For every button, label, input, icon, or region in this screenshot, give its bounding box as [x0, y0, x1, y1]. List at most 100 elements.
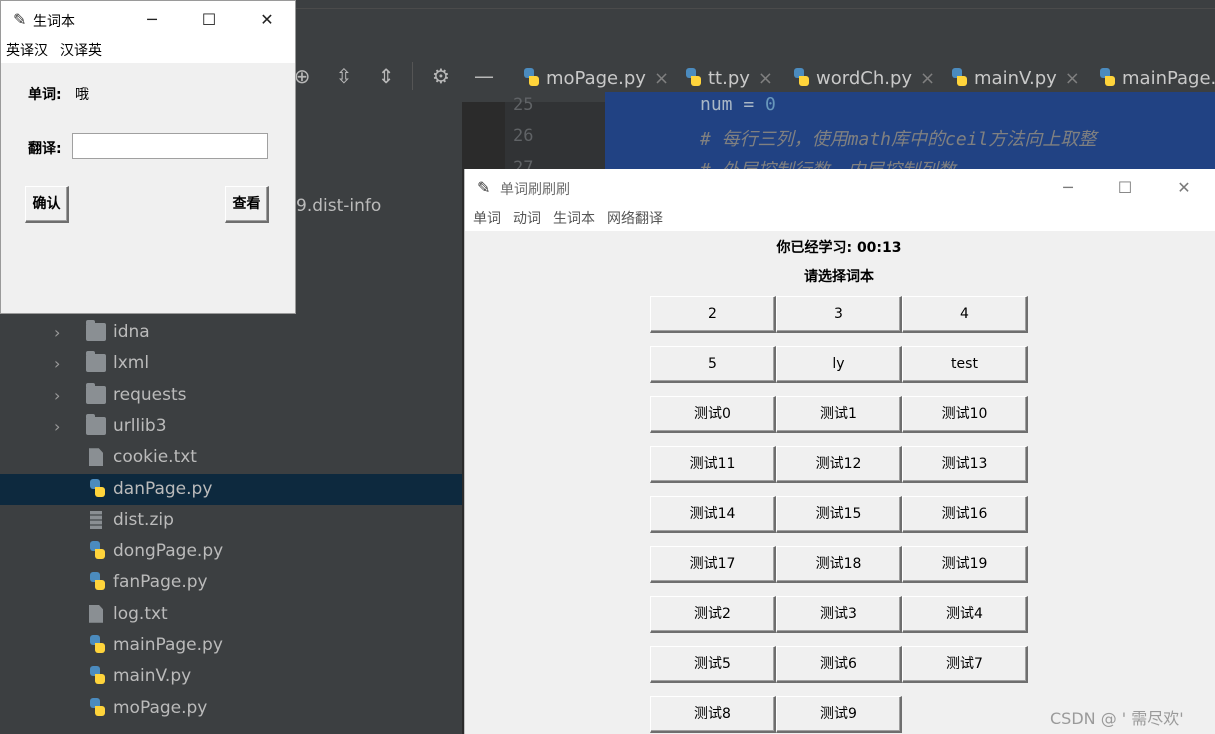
collapse-all-icon[interactable]: ⇕	[374, 64, 398, 88]
tree-item-label: lxml	[113, 353, 150, 374]
python-file-icon	[522, 68, 540, 88]
book-button[interactable]: 测试15	[776, 496, 902, 533]
tab-mainpage[interactable]: mainPage.py	[1098, 64, 1215, 92]
tree-file-item[interactable]: mainV.py	[0, 661, 462, 692]
book-button[interactable]: 测试16	[902, 496, 1028, 533]
minimize-icon[interactable]: ─	[129, 1, 175, 39]
menu-item-verbs[interactable]: 动词	[507, 207, 547, 231]
translate-label: 翻译:	[28, 141, 62, 157]
chevron-right-icon[interactable]: ›	[54, 317, 60, 348]
close-icon[interactable]: ×	[920, 68, 935, 89]
tree-item-label: cookie.txt	[113, 447, 197, 468]
gear-icon[interactable]: ⚙	[429, 64, 453, 88]
python-file-icon	[88, 666, 106, 686]
tab-mopage[interactable]: moPage.py ×	[522, 64, 669, 92]
window-title: 生词本	[33, 14, 75, 30]
book-button[interactable]: 测试8	[650, 696, 776, 733]
book-button[interactable]: 测试17	[650, 546, 776, 583]
book-button[interactable]: 5	[650, 346, 776, 383]
book-button[interactable]: 测试9	[776, 696, 902, 733]
tree-folder-item[interactable]: › idna	[0, 317, 462, 348]
book-button[interactable]: 测试11	[650, 446, 776, 483]
tab-label: mainPage.py	[1122, 67, 1215, 89]
editor-gutter-strip	[462, 102, 505, 170]
tree-folder-item[interactable]: › urllib3	[0, 411, 462, 442]
tree-file-item[interactable]: dongPage.py	[0, 536, 462, 567]
tab-label: moPage.py	[546, 67, 646, 89]
menu-item-words[interactable]: 单词	[465, 207, 507, 231]
zip-file-icon	[90, 510, 102, 529]
tree-item-label: requests	[113, 384, 187, 405]
book-button[interactable]: 测试14	[650, 496, 776, 533]
code-comment[interactable]: # 每行三列，使用math库中的ceil方法向上取整	[700, 125, 1096, 151]
tree-item-label: mainV.py	[113, 666, 192, 687]
book-button[interactable]: test	[902, 346, 1028, 383]
close-icon[interactable]: ✕	[244, 1, 290, 39]
chevron-right-icon[interactable]: ›	[54, 411, 60, 442]
book-button[interactable]: 测试18	[776, 546, 902, 583]
hide-icon[interactable]: —	[472, 64, 496, 88]
book-button[interactable]: 3	[776, 296, 902, 333]
chevron-right-icon[interactable]: ›	[54, 380, 60, 411]
book-button[interactable]: 2	[650, 296, 776, 333]
tree-folder-item[interactable]: › lxml	[0, 348, 462, 379]
tree-item-dist-info[interactable]: 9.dist-info	[296, 196, 381, 216]
close-icon[interactable]: ✕	[1161, 169, 1207, 207]
book-button[interactable]: 测试5	[650, 646, 776, 683]
feather-icon: ✎	[13, 10, 27, 29]
book-button[interactable]: 测试19	[902, 546, 1028, 583]
maximize-icon[interactable]: ☐	[1102, 169, 1148, 207]
tab-label: mainV.py	[974, 67, 1057, 89]
book-button[interactable]: 测试13	[902, 446, 1028, 483]
book-button[interactable]: 测试3	[776, 596, 902, 633]
close-icon[interactable]: ×	[758, 68, 773, 89]
book-button[interactable]: 测试12	[776, 446, 902, 483]
python-file-icon	[88, 697, 106, 718]
view-button[interactable]: 查看	[225, 186, 269, 223]
tree-file-item[interactable]: dist.zip	[0, 505, 462, 536]
python-file-icon	[88, 478, 106, 499]
expand-all-icon[interactable]: ⇳	[332, 64, 356, 88]
tree-file-item[interactable]: cookie.txt	[0, 442, 462, 473]
book-button[interactable]: 测试1	[776, 396, 902, 433]
tree-file-item[interactable]: danPage.py	[0, 473, 462, 505]
toolbar-separator	[412, 62, 413, 90]
tab-wordch[interactable]: wordCh.py ×	[792, 64, 935, 92]
book-button[interactable]: 测试6	[776, 646, 902, 683]
tree-item-label: danPage.py	[113, 478, 213, 499]
tree-file-item[interactable]: mainPage.py	[0, 630, 462, 661]
text-file-icon	[89, 604, 103, 623]
main-titlebar[interactable]: ✎ 单词刷刷刷 ─ ☐ ✕	[465, 169, 1215, 207]
translate-input[interactable]	[72, 133, 268, 159]
book-button[interactable]: ly	[776, 346, 902, 383]
confirm-button[interactable]: 确认	[25, 186, 69, 223]
book-button[interactable]: 4	[902, 296, 1028, 333]
book-button[interactable]: 测试0	[650, 396, 776, 433]
menu-item-vocab[interactable]: 生词本	[547, 207, 601, 231]
tree-folder-item[interactable]: › requests	[0, 380, 462, 411]
book-button[interactable]: 测试7	[902, 646, 1028, 683]
menu-item-en-zh[interactable]: 英译汉	[1, 39, 54, 63]
tree-file-item[interactable]: moPage.py	[0, 693, 462, 724]
main-window: ✎ 单词刷刷刷 ─ ☐ ✕ 单词 动词 生词本 网络翻译 你已经学习: 00:1…	[464, 169, 1215, 734]
chevron-right-icon[interactable]: ›	[54, 348, 60, 379]
menu-item-zh-en[interactable]: 汉译英	[54, 39, 108, 63]
book-button[interactable]: 测试4	[902, 596, 1028, 633]
maximize-icon[interactable]: ☐	[186, 1, 232, 39]
book-button[interactable]: 测试10	[902, 396, 1028, 433]
study-time: 你已经学习: 00:13	[776, 240, 902, 256]
tree-file-item[interactable]: fanPage.py	[0, 567, 462, 598]
tab-tt[interactable]: tt.py ×	[684, 64, 773, 92]
python-file-icon	[88, 572, 106, 592]
vocab-titlebar[interactable]: ✎ 生词本 ─ ☐ ✕	[1, 1, 295, 39]
select-book-prompt: 请选择词本	[804, 269, 874, 285]
python-file-icon	[1098, 68, 1116, 88]
tree-file-item[interactable]: log.txt	[0, 599, 462, 630]
tab-mainv[interactable]: mainV.py ×	[950, 64, 1080, 92]
minimize-icon[interactable]: ─	[1045, 169, 1091, 207]
close-icon[interactable]: ×	[1065, 68, 1080, 89]
close-icon[interactable]: ×	[654, 68, 669, 89]
book-button[interactable]: 测试2	[650, 596, 776, 633]
menu-item-web-translate[interactable]: 网络翻译	[601, 207, 669, 231]
code-line[interactable]: num = 0	[700, 94, 776, 115]
